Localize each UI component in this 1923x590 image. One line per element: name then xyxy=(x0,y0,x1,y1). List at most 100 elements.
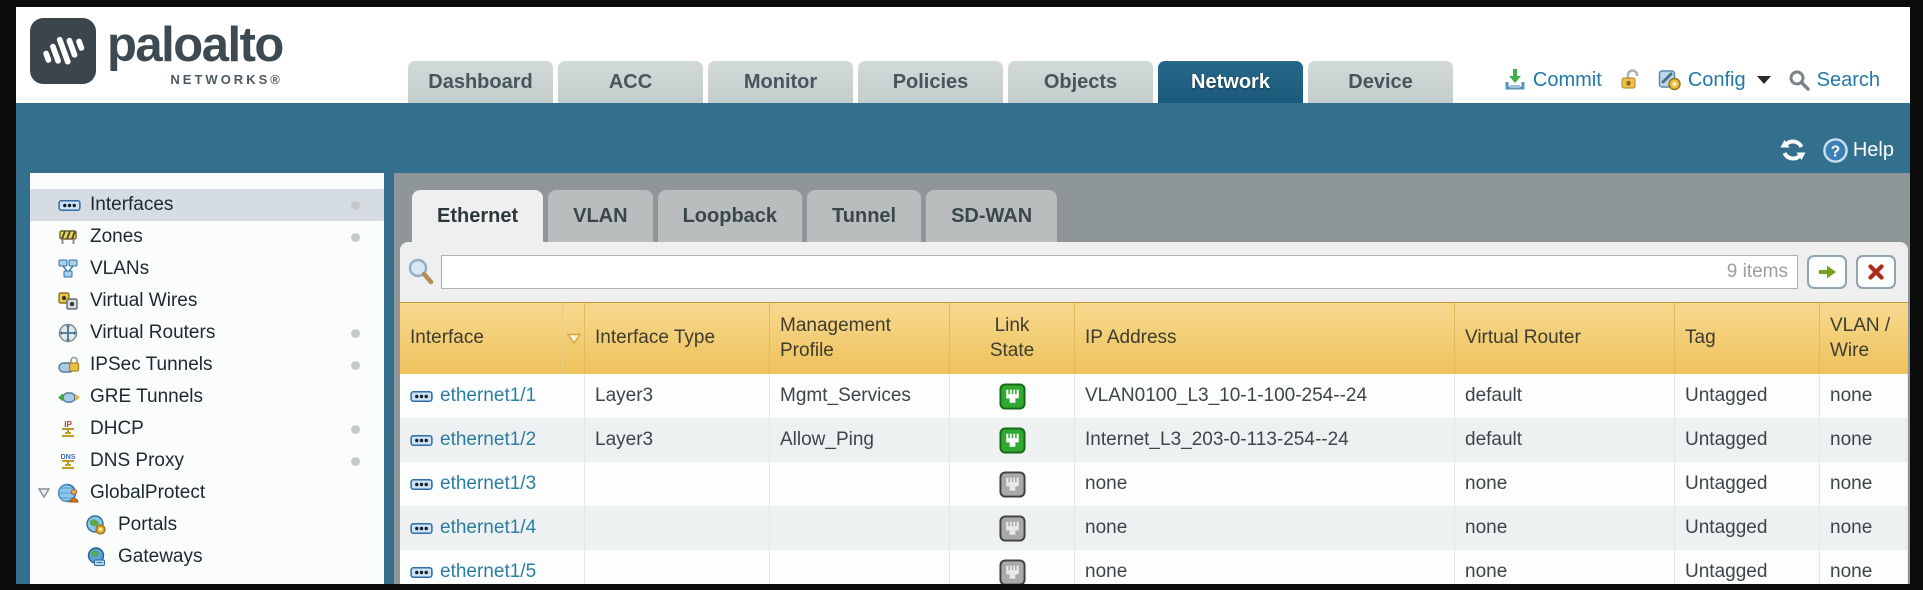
table-row[interactable]: ethernet1/4 none none Untagged none xyxy=(400,506,1908,550)
interface-icon xyxy=(410,388,433,405)
link-down-icon[interactable] xyxy=(999,559,1026,585)
sidebar-item-virtual-routers[interactable]: Virtual Routers xyxy=(30,317,384,349)
cell-interface-type: Layer3 xyxy=(585,418,770,462)
red-x-icon xyxy=(1866,262,1886,282)
column-header-vlan-wire[interactable]: VLAN / Wire xyxy=(1820,303,1908,374)
primary-nav: DashboardACCMonitorPoliciesObjectsNetwor… xyxy=(408,61,1453,103)
vlans-icon xyxy=(58,259,81,279)
filter-search-icon xyxy=(406,257,436,287)
expander-down-icon[interactable] xyxy=(37,295,51,307)
nav-tab-acc[interactable]: ACC xyxy=(558,61,703,103)
sidebar-item-virtual-wires[interactable]: Virtual Wires xyxy=(30,285,384,317)
interface-link[interactable]: ethernet1/5 xyxy=(440,561,536,583)
commit-button[interactable]: Commit xyxy=(1503,68,1602,92)
top-bar: paloalto NETWORKS® DashboardACCMonitorPo… xyxy=(16,7,1910,103)
svg-text:IP: IP xyxy=(64,420,72,429)
apply-filter-button[interactable] xyxy=(1807,255,1847,289)
table-row[interactable]: ethernet1/2 Layer3 Allow_Ping Internet_L… xyxy=(400,418,1908,462)
column-header-tag[interactable]: Tag xyxy=(1675,303,1820,374)
link-up-icon[interactable] xyxy=(999,383,1026,410)
interface-link[interactable]: ethernet1/3 xyxy=(440,473,536,495)
expander-down-icon[interactable] xyxy=(37,263,51,275)
sidebar-item-interfaces[interactable]: Interfaces xyxy=(30,189,384,221)
expander-down-icon[interactable] xyxy=(37,231,51,243)
cell-tag: Untagged xyxy=(1675,374,1820,418)
link-down-icon[interactable] xyxy=(999,515,1026,542)
sidebar-item-globalprotect[interactable]: GlobalProtect xyxy=(30,477,384,509)
nav-tab-dashboard[interactable]: Dashboard xyxy=(408,61,553,103)
cell-ip-address: none xyxy=(1075,506,1455,550)
nav-tab-monitor[interactable]: Monitor xyxy=(708,61,853,103)
expander-down-icon[interactable] xyxy=(37,199,51,211)
pending-change-dot xyxy=(351,425,360,434)
expander-down-icon[interactable] xyxy=(37,455,51,467)
table-row[interactable]: ethernet1/1 Layer3 Mgmt_Services VLAN010… xyxy=(400,374,1908,418)
filter-input[interactable] xyxy=(441,255,1798,289)
sidebar-item-vlans[interactable]: VLANs xyxy=(30,253,384,285)
interface-link[interactable]: ethernet1/2 xyxy=(440,429,536,451)
help-button[interactable]: ? Help xyxy=(1822,137,1894,164)
panel-tab-vlan[interactable]: VLAN xyxy=(548,190,652,242)
config-menu[interactable]: Config xyxy=(1658,68,1771,92)
interface-link[interactable]: ethernet1/4 xyxy=(440,517,536,539)
expander-down-icon[interactable] xyxy=(37,519,51,531)
portals-icon xyxy=(86,515,109,535)
nav-tab-device[interactable]: Device xyxy=(1308,61,1453,103)
gre-tunnels-icon xyxy=(58,387,81,407)
zones-icon xyxy=(58,227,81,247)
search-button[interactable]: Search xyxy=(1787,68,1880,92)
sidebar-item-zones[interactable]: Zones xyxy=(30,221,384,253)
column-header-management-profile[interactable]: Management Profile xyxy=(770,303,950,374)
brand-logo: paloalto NETWORKS® xyxy=(30,18,283,87)
expander-down-icon[interactable] xyxy=(37,327,51,339)
column-header-link-state[interactable]: Link State xyxy=(950,303,1075,374)
cell-interface-type: Layer3 xyxy=(585,374,770,418)
panel-tab-loopback[interactable]: Loopback xyxy=(658,190,802,242)
expander-down-icon[interactable] xyxy=(37,551,51,563)
pending-change-dot xyxy=(351,201,360,210)
cell-ip-address: none xyxy=(1075,462,1455,506)
sidebar-item-portals[interactable]: Portals xyxy=(30,509,384,541)
cell-vlan-wire: none xyxy=(1820,506,1908,550)
panel-tab-ethernet[interactable]: Ethernet xyxy=(412,190,543,242)
cell-management-profile xyxy=(770,462,950,506)
panel-tab-tunnel[interactable]: Tunnel xyxy=(807,190,921,242)
table-row[interactable]: ethernet1/5 none none Untagged none xyxy=(400,550,1908,584)
interface-link[interactable]: ethernet1/1 xyxy=(440,385,536,407)
nav-tab-policies[interactable]: Policies xyxy=(858,61,1003,103)
cell-virtual-router: none xyxy=(1455,462,1675,506)
items-count: 9 items xyxy=(1727,261,1788,283)
column-header-interface-type[interactable]: Interface Type xyxy=(585,303,770,374)
clear-filter-button[interactable] xyxy=(1856,255,1896,289)
virtual-routers-icon xyxy=(58,323,81,343)
sidebar-item-dns-proxy[interactable]: DNS DNS Proxy xyxy=(30,445,384,477)
panel-tab-sd-wan[interactable]: SD-WAN xyxy=(926,190,1057,242)
lock-icon[interactable] xyxy=(1618,68,1642,92)
table-row[interactable]: ethernet1/3 none none Untagged none xyxy=(400,462,1908,506)
cell-tag: Untagged xyxy=(1675,462,1820,506)
refresh-icon[interactable] xyxy=(1779,136,1807,164)
column-header-ip-address[interactable]: IP Address xyxy=(1075,303,1455,374)
content-area: Interfaces Zones VLANs Virtual Wires Vir… xyxy=(16,173,1910,584)
sidebar-item-ipsec-tunnels[interactable]: IPSec Tunnels xyxy=(30,349,384,381)
sidebar-item-gre-tunnels[interactable]: GRE Tunnels xyxy=(30,381,384,413)
gateways-icon xyxy=(86,547,109,567)
column-filter-button[interactable] xyxy=(562,303,584,374)
utility-bar: Commit Config xyxy=(1503,68,1880,92)
sidebar-item-dhcp[interactable]: IP DHCP xyxy=(30,413,384,445)
nav-tab-network[interactable]: Network xyxy=(1158,61,1303,103)
expander-down-icon[interactable] xyxy=(37,423,51,435)
column-header-virtual-router[interactable]: Virtual Router xyxy=(1455,303,1675,374)
cell-interface-type xyxy=(585,462,770,506)
column-header-interface[interactable]: Interface xyxy=(400,303,585,374)
expander-down-icon[interactable] xyxy=(37,391,51,403)
expander-down-icon[interactable] xyxy=(37,487,51,499)
link-down-icon[interactable] xyxy=(999,471,1026,498)
help-icon: ? xyxy=(1822,137,1849,164)
sidebar-item-gateways[interactable]: Gateways xyxy=(30,541,384,573)
nav-tab-objects[interactable]: Objects xyxy=(1008,61,1153,103)
interfaces-table: Interface Interface Type Management Prof… xyxy=(400,302,1908,584)
link-up-icon[interactable] xyxy=(999,427,1026,454)
cell-management-profile: Mgmt_Services xyxy=(770,374,950,418)
expander-down-icon[interactable] xyxy=(37,359,51,371)
